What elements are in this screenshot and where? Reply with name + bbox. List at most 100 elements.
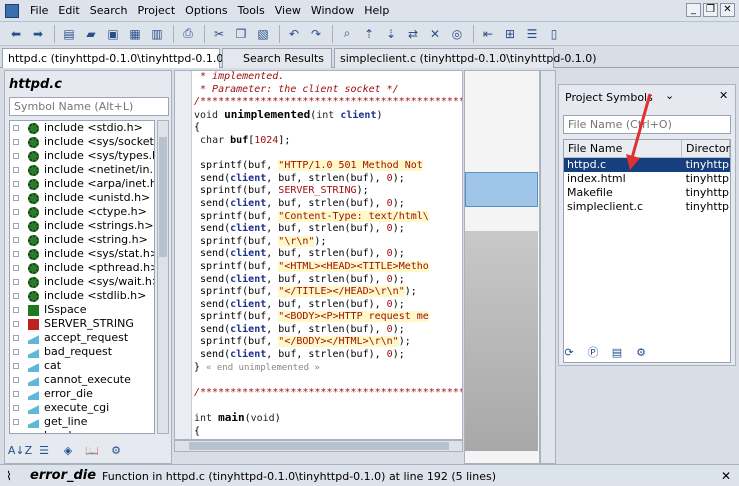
code-editor[interactable]: * implemented. * Parameter: the client s… <box>174 70 463 440</box>
expand-icon[interactable] <box>13 279 19 285</box>
panel-icon[interactable]: ▯ <box>544 24 564 44</box>
jump-icon[interactable]: ⇤ <box>478 24 498 44</box>
symbol-item[interactable]: include <string.h> <box>10 233 154 247</box>
symbol-item[interactable]: include <stdlib.h> <box>10 289 154 303</box>
expand-icon[interactable] <box>13 195 19 201</box>
symbol-list-scrollbar[interactable] <box>157 120 169 434</box>
open-folder-icon[interactable]: ▰ <box>81 24 101 44</box>
new-file-icon[interactable]: ▤ <box>59 24 79 44</box>
file-row[interactable]: simpleclient.c tinyhttp <box>564 200 730 214</box>
symbol-search-input[interactable] <box>9 97 169 116</box>
forward-arrow-icon[interactable]: ➡ <box>28 24 48 44</box>
web-icon[interactable]: ◎ <box>447 24 467 44</box>
symbol-item[interactable]: include <sys/stat.h> <box>10 247 154 261</box>
tab-simpleclient[interactable]: simpleclient.c (tinyhttpd-0.1.0\tinyhttp… <box>334 48 597 68</box>
symbol-item[interactable]: cannot_execute <box>10 373 154 387</box>
menu-edit[interactable]: Edit <box>53 0 84 22</box>
document-icon[interactable]: ▤ <box>608 343 626 361</box>
symbol-item[interactable]: ISspace <box>10 303 154 317</box>
expand-icon[interactable] <box>13 265 19 271</box>
expand-icon[interactable] <box>13 181 19 187</box>
overview-viewport[interactable] <box>465 172 538 207</box>
symbol-item[interactable]: include <unistd.h> <box>10 191 154 205</box>
menu-project[interactable]: Project <box>133 0 181 22</box>
replace-icon[interactable]: ⇄ <box>403 24 423 44</box>
expand-icon[interactable] <box>13 391 19 397</box>
print-icon[interactable]: ⎙ <box>178 24 198 44</box>
symbol-item[interactable]: include <stdio.h> <box>10 121 154 135</box>
menu-search[interactable]: Search <box>85 0 133 22</box>
find-icon[interactable]: ⌕ <box>337 24 357 44</box>
expand-icon[interactable] <box>13 335 19 341</box>
symbol-item[interactable]: cat <box>10 359 154 373</box>
expand-icon[interactable] <box>13 377 19 383</box>
refresh-icon[interactable]: ⟳ <box>560 343 578 361</box>
expand-icon[interactable] <box>13 139 19 145</box>
expand-icon[interactable] <box>13 251 19 257</box>
restore-button[interactable]: ❐ <box>703 3 718 17</box>
expand-icon[interactable] <box>13 307 19 313</box>
expand-icon[interactable] <box>13 167 19 173</box>
menu-window[interactable]: Window <box>306 0 359 22</box>
expand-icon[interactable] <box>13 321 19 327</box>
search-up-icon[interactable]: ⇡ <box>359 24 379 44</box>
expand-icon[interactable] <box>13 405 19 411</box>
symbol-item[interactable]: include <arpa/inet.h> <box>10 177 154 191</box>
redo-icon[interactable]: ↷ <box>306 24 326 44</box>
close-file-icon[interactable]: ▥ <box>147 24 167 44</box>
symbol-list[interactable]: include <stdio.h>include <sys/socket.h>i… <box>9 120 155 434</box>
expand-icon[interactable] <box>13 209 19 215</box>
symbol-item[interactable]: execute_cgi <box>10 401 154 415</box>
copy-icon[interactable]: ❐ <box>231 24 251 44</box>
expand-icon[interactable] <box>13 349 19 355</box>
tab-search-results[interactable]: Search Results <box>222 48 332 68</box>
symbol-item[interactable]: include <ctype.h> <box>10 205 154 219</box>
symbol-item[interactable]: SERVER_STRING <box>10 317 154 331</box>
settings-gear-icon[interactable]: ⚙ <box>107 441 125 459</box>
code-overview-map[interactable] <box>464 70 540 464</box>
menu-tools[interactable]: Tools <box>233 0 270 22</box>
menu-file[interactable]: File <box>25 0 53 22</box>
close-icon[interactable]: ✕ <box>719 89 728 102</box>
symbol-item[interactable]: include <netinet/in.h> <box>10 163 154 177</box>
symbol-item[interactable]: accept_request <box>10 331 154 345</box>
expand-icon[interactable] <box>13 153 19 159</box>
xy-icon[interactable]: ✕ <box>425 24 445 44</box>
symbol-item[interactable]: error_die <box>10 387 154 401</box>
menu-view[interactable]: View <box>270 0 306 22</box>
expand-icon[interactable] <box>13 125 19 131</box>
menu-options[interactable]: Options <box>180 0 232 22</box>
expand-icon[interactable] <box>13 237 19 243</box>
symbol-item[interactable]: get_line <box>10 415 154 429</box>
expand-icon[interactable] <box>13 293 19 299</box>
expand-icon[interactable] <box>13 363 19 369</box>
undo-icon[interactable]: ↶ <box>284 24 304 44</box>
search-down-icon[interactable]: ⇣ <box>381 24 401 44</box>
symbol-item[interactable]: include <sys/wait.h> <box>10 275 154 289</box>
tab-httpd[interactable]: httpd.c (tinyhttpd-0.1.0\tinyhttpd-0.1.0… <box>2 48 228 68</box>
symbol-item[interactable]: include <sys/types.h> <box>10 149 154 163</box>
expand-icon[interactable] <box>13 419 19 425</box>
close-button[interactable]: ✕ <box>720 3 735 17</box>
symbol-item[interactable]: include <pthread.h> <box>10 261 154 275</box>
file-row[interactable]: Makefile tinyhttp <box>564 186 730 200</box>
panel-splitter[interactable] <box>540 70 556 464</box>
symbol-item[interactable]: bad_request <box>10 345 154 359</box>
project-icon[interactable]: Ⓟ <box>584 343 602 361</box>
close-icon[interactable]: ✕ <box>721 469 731 483</box>
paste-icon[interactable]: ▧ <box>253 24 273 44</box>
book-icon[interactable]: 📖 <box>83 441 101 459</box>
expand-icon[interactable] <box>13 223 19 229</box>
expand-icon[interactable] <box>13 433 19 434</box>
column-directory[interactable]: Director <box>682 140 730 157</box>
save-all-icon[interactable]: ▦ <box>125 24 145 44</box>
editor-horizontal-scrollbar[interactable] <box>174 440 463 452</box>
save-icon[interactable]: ▣ <box>103 24 123 44</box>
list-icon[interactable]: ☰ <box>522 24 542 44</box>
back-arrow-icon[interactable]: ⬅ <box>6 24 26 44</box>
menu-help[interactable]: Help <box>359 0 394 22</box>
sort-az-icon[interactable]: A↓Z <box>8 441 32 459</box>
symbol-item[interactable]: headers <box>10 429 154 434</box>
code-text[interactable]: * implemented. * Parameter: the client s… <box>194 71 462 438</box>
layout-icon[interactable]: ⊞ <box>500 24 520 44</box>
